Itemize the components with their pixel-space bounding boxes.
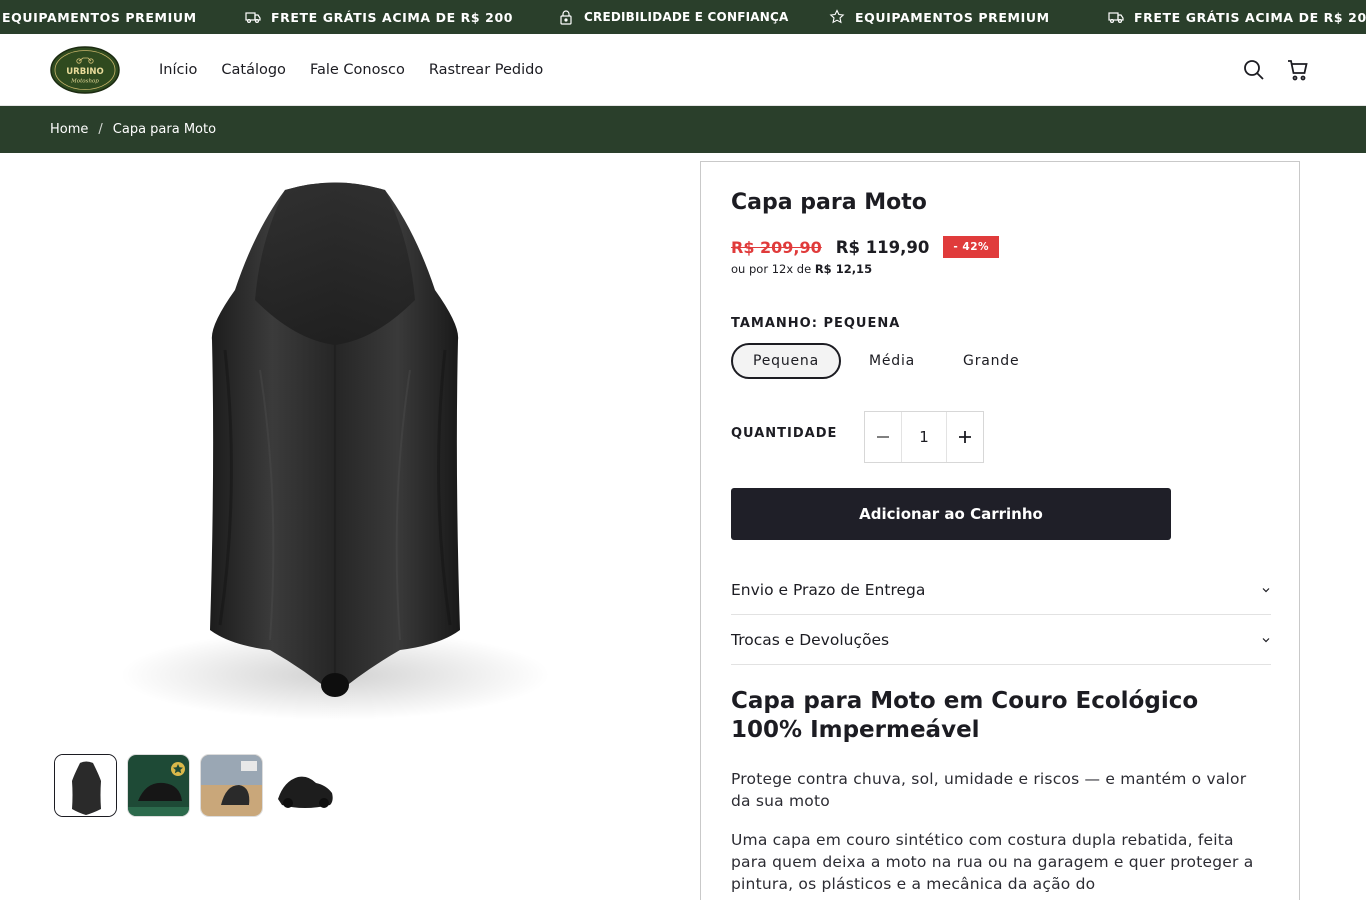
accordion-shipping[interactable]: Envio e Prazo de Entrega xyxy=(731,565,1271,615)
thumbnail-4[interactable] xyxy=(273,754,336,817)
accordion-shipping-label: Envio e Prazo de Entrega xyxy=(731,580,926,599)
brand-logo[interactable]: URBINO Motoshop xyxy=(50,46,120,94)
discount-badge: - 42% xyxy=(943,236,1000,258)
quantity-input[interactable]: 1 xyxy=(901,412,947,462)
chevron-down-icon xyxy=(1262,637,1270,642)
size-label: TAMANHO: PEQUENA xyxy=(731,316,901,331)
product-info-panel: Capa para Moto R$ 209,90 R$ 119,90 - 42%… xyxy=(700,161,1300,900)
announcement-text: CREDIBILIDADE E CONFIANÇA xyxy=(584,10,789,24)
breadcrumb-current: Capa para Moto xyxy=(112,122,217,137)
breadcrumb-separator: / xyxy=(98,122,103,137)
accordion-returns[interactable]: Trocas e Devoluções xyxy=(731,615,1271,665)
nav-inicio[interactable]: Início xyxy=(159,62,197,78)
announcement-item: EQUIPAMENTOS PREMIUM xyxy=(2,0,197,34)
size-option-grande[interactable]: Grande xyxy=(943,343,1039,379)
announcement-text: FRETE GRÁTIS ACIMA DE R$ 200 xyxy=(1134,9,1366,25)
product-main-image[interactable] xyxy=(110,170,560,730)
installments-prefix: ou por 12x de xyxy=(731,262,812,276)
star-icon xyxy=(829,9,845,24)
description-paragraph: Protege contra chuva, sol, umidade e ris… xyxy=(731,770,1247,810)
breadcrumb-home[interactable]: Home xyxy=(50,122,88,137)
quantity-decrease-button[interactable] xyxy=(865,412,901,462)
truck-icon xyxy=(1108,12,1124,24)
price-row: R$ 209,90 R$ 119,90 - 42% xyxy=(731,236,1000,258)
product-title: Capa para Moto xyxy=(731,190,927,215)
installments-value: R$ 12,15 xyxy=(814,262,873,276)
installments-text: ou por 12x de R$ 12,15 xyxy=(731,262,872,276)
current-price: R$ 119,90 xyxy=(835,237,930,257)
minus-icon xyxy=(877,436,889,438)
quantity-stepper: 1 xyxy=(864,411,984,463)
quantity-increase-button[interactable] xyxy=(947,412,983,462)
announcement-item: FRETE GRÁTIS ACIMA DE R$ 200 xyxy=(1108,0,1366,34)
breadcrumb: Home / Capa para Moto xyxy=(0,106,1366,153)
logo-subtext: Motoshop xyxy=(70,79,99,85)
nav-rastrear-pedido[interactable]: Rastrear Pedido xyxy=(429,62,543,78)
search-icon[interactable] xyxy=(1242,58,1266,82)
logo-text: URBINO xyxy=(66,67,103,77)
plus-icon xyxy=(959,431,971,443)
product-thumbnails xyxy=(54,754,336,817)
site-header: URBINO Motoshop Início Catálogo Fale Con… xyxy=(0,34,1366,106)
old-price: R$ 209,90 xyxy=(731,237,822,257)
size-options: Pequena Média Grande xyxy=(731,343,1039,379)
chevron-down-icon xyxy=(1262,587,1270,592)
announcement-item: FRETE GRÁTIS ACIMA DE R$ 200 xyxy=(245,0,513,34)
announcement-text: EQUIPAMENTOS PREMIUM xyxy=(2,9,197,25)
announcement-text: FRETE GRÁTIS ACIMA DE R$ 200 xyxy=(271,9,514,25)
size-option-pequena[interactable]: Pequena xyxy=(731,343,841,379)
thumbnail-3[interactable] xyxy=(200,754,263,817)
announcement-item: CREDIBILIDADE E CONFIANÇA xyxy=(558,0,789,34)
add-to-cart-button[interactable]: Adicionar ao Carrinho xyxy=(731,488,1171,540)
quantity-label: QUANTIDADE xyxy=(731,426,838,441)
accordion-returns-label: Trocas e Devoluções xyxy=(731,630,890,649)
announcement-item: EQUIPAMENTOS PREMIUM xyxy=(829,0,1050,34)
nav-fale-conosco[interactable]: Fale Conosco xyxy=(310,62,405,78)
thumbnail-2[interactable] xyxy=(127,754,190,817)
cart-icon[interactable] xyxy=(1286,58,1310,82)
announcement-bar: EQUIPAMENTOS PREMIUM FRETE GRÁTIS ACIMA … xyxy=(0,0,1366,34)
description-paragraph: Uma capa em couro sintético com costura … xyxy=(731,831,1254,893)
announcement-text: EQUIPAMENTOS PREMIUM xyxy=(855,9,1050,25)
truck-icon xyxy=(245,12,261,24)
nav-catalogo[interactable]: Catálogo xyxy=(221,62,286,78)
size-option-media[interactable]: Média xyxy=(849,343,935,379)
main-nav: Início Catálogo Fale Conosco Rastrear Pe… xyxy=(159,34,543,106)
thumbnail-1[interactable] xyxy=(54,754,117,817)
lock-icon xyxy=(560,10,572,25)
description-title: Capa para Moto em Couro Ecológico 100% I… xyxy=(731,688,1199,743)
